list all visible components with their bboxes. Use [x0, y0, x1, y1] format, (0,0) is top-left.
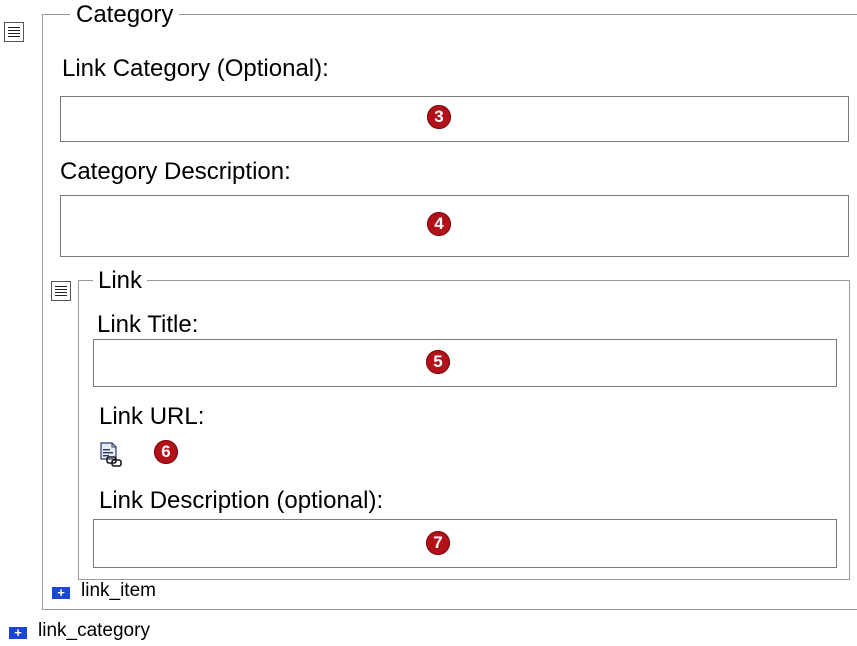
link-item-label[interactable]: link_item: [81, 581, 156, 600]
category-description-field-badge: 4: [427, 212, 451, 236]
link-url-field-badge: 6: [154, 440, 178, 464]
link-category-label: Link Category (Optional):: [62, 55, 329, 82]
category-legend: Category: [70, 3, 180, 27]
link-title-field-badge: 5: [426, 350, 450, 374]
link-category-repeat-label[interactable]: link_category: [38, 621, 150, 640]
link-description-field-badge: 7: [426, 531, 450, 555]
category-description-label: Category Description:: [60, 158, 291, 185]
link-category-field-badge: 3: [427, 105, 451, 129]
add-link-category-icon[interactable]: +: [9, 626, 27, 639]
category-description-input[interactable]: [60, 195, 849, 257]
link-url-label: Link URL:: [99, 403, 205, 430]
link-description-label: Link Description (optional):: [99, 487, 384, 514]
link-legend: Link: [93, 269, 148, 293]
add-link-item-icon[interactable]: +: [52, 586, 70, 599]
link-description-input[interactable]: [93, 519, 837, 568]
link-title-label: Link Title:: [97, 311, 199, 338]
link-category-input[interactable]: [60, 96, 849, 142]
link-title-input[interactable]: [93, 339, 837, 387]
category-menu-icon[interactable]: [4, 22, 24, 42]
link-menu-icon[interactable]: [51, 281, 71, 301]
document-link-icon[interactable]: [99, 442, 123, 468]
